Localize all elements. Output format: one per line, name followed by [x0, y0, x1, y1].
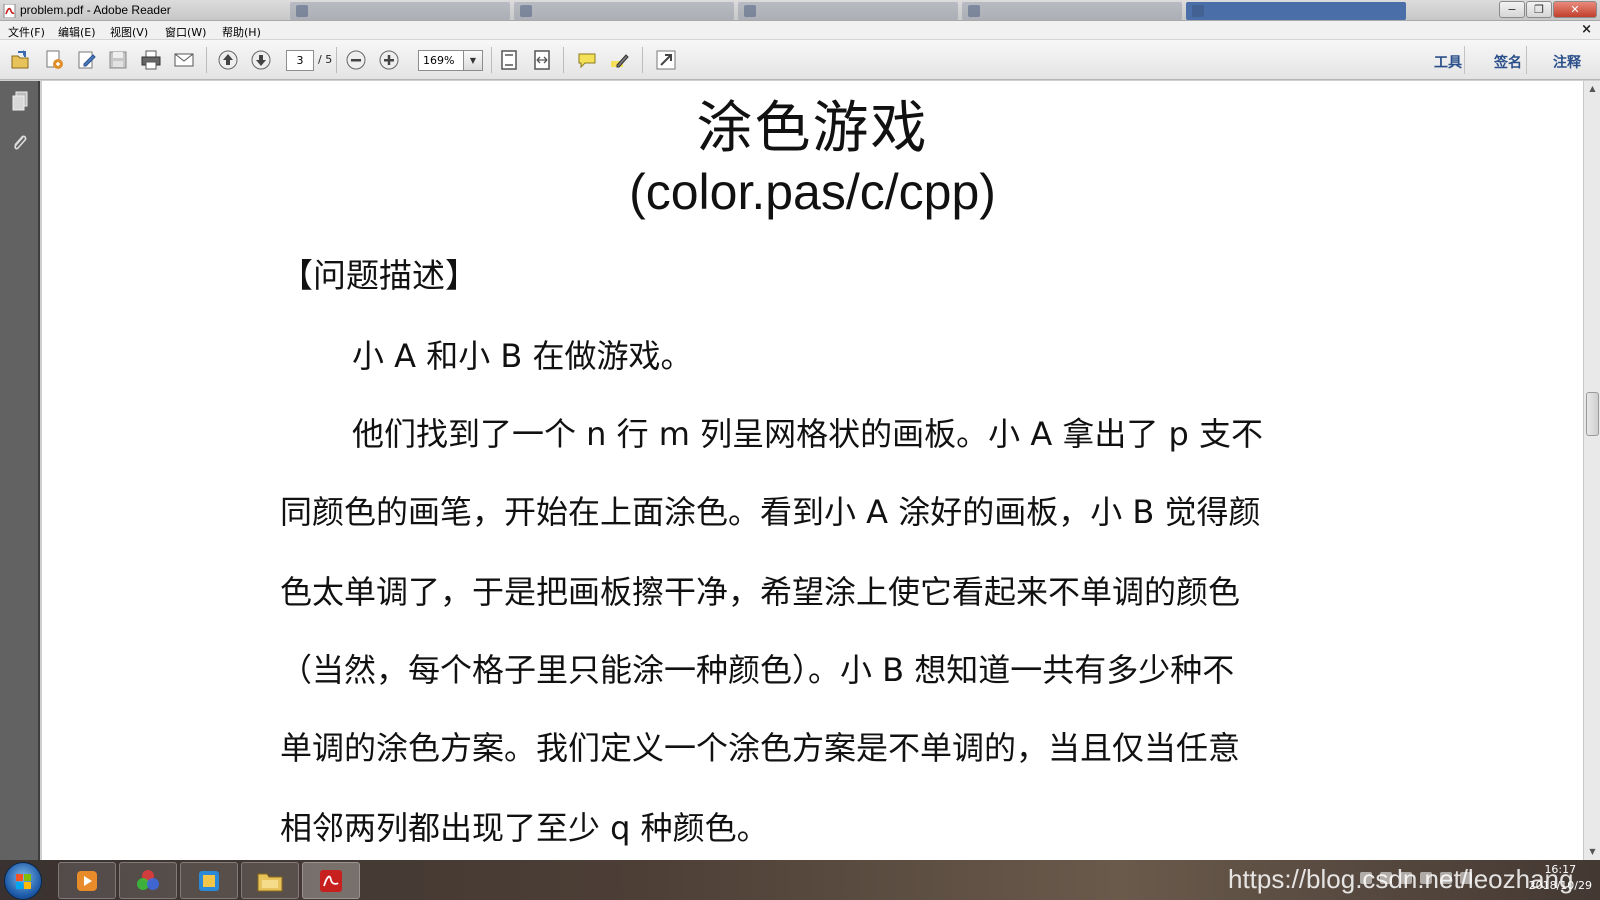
zoom-in-icon[interactable]	[377, 49, 401, 71]
full-screen-icon[interactable]	[654, 49, 678, 71]
zoom-dropdown-button[interactable]: ▼	[463, 50, 483, 71]
folder-icon	[257, 873, 283, 891]
adobe-reader-icon	[320, 869, 342, 892]
media-player-icon	[77, 870, 97, 891]
paragraph-line: 单调的涂色方案。我们定义一个涂色方案是不单调的，当且仅当任意	[280, 729, 1241, 767]
sign-pane-link[interactable]: 签名	[1494, 52, 1522, 72]
windows-logo-icon	[16, 874, 31, 889]
toolbar-separator	[642, 47, 643, 73]
comment-pane-link[interactable]: 注释	[1553, 52, 1581, 72]
system-clock[interactable]: 16:17 2018/10/29	[1529, 862, 1592, 894]
document-close-button[interactable]: ×	[1581, 22, 1592, 37]
menu-view[interactable]: 视图(V)	[110, 24, 148, 40]
background-window	[738, 2, 958, 20]
toolbar-separator	[1526, 46, 1527, 74]
taskbar-file-explorer[interactable]	[241, 862, 299, 899]
zoom-level-input[interactable]: 169%	[418, 50, 464, 71]
navigation-pane	[0, 81, 40, 860]
toolbar-separator	[491, 47, 492, 73]
highlight-text-icon[interactable]	[608, 49, 632, 71]
save-icon[interactable]	[106, 49, 130, 71]
background-window	[290, 2, 510, 20]
toolbar-separator	[206, 47, 207, 73]
toolbar: 3 / 5 169% ▼ 工具 签名 注释	[0, 40, 1600, 80]
taskbar-adobe-reader[interactable]	[302, 862, 360, 899]
restore-button[interactable]: ❐	[1526, 1, 1552, 18]
taskbar-color-app[interactable]	[119, 862, 177, 899]
paragraph-line: 他们找到了一个 n 行 m 列呈网格状的画板。小 A 拿出了 p 支不	[352, 415, 1264, 453]
attachments-icon[interactable]	[9, 131, 31, 155]
page-number-input[interactable]: 3	[286, 50, 314, 71]
blog-watermark: https://blog.csdn.net/leozhang	[1228, 864, 1574, 894]
browser-icon	[199, 870, 219, 891]
window-controls: − ❐ ✕	[1499, 1, 1597, 18]
print-icon[interactable]	[139, 49, 163, 71]
toolbar-separator	[336, 47, 337, 73]
background-windows	[290, 2, 1410, 20]
create-pdf-icon[interactable]	[42, 49, 66, 71]
fit-width-icon[interactable]	[530, 49, 554, 71]
menu-help[interactable]: 帮助(H)	[222, 24, 261, 40]
document-title: 涂色游戏	[696, 96, 929, 161]
clock-date: 2018/10/29	[1528, 879, 1592, 892]
close-button[interactable]: ✕	[1553, 1, 1597, 18]
paragraph-line: 小 A 和小 B 在做游戏。	[352, 337, 693, 375]
background-window	[1186, 2, 1406, 20]
menu-bar: 文件(F) 编辑(E) 视图(V) 窗口(W) 帮助(H) ×	[0, 21, 1600, 40]
fit-page-icon[interactable]	[497, 49, 521, 71]
section-heading: 【问题描述】	[280, 256, 478, 295]
edit-pdf-icon[interactable]	[75, 49, 99, 71]
scroll-up-button[interactable]: ▲	[1584, 81, 1600, 97]
clock-time: 16:17	[1544, 863, 1577, 876]
window-title: problem.pdf - Adobe Reader	[20, 3, 171, 17]
page-thumbnails-icon[interactable]	[9, 89, 31, 113]
open-file-icon[interactable]	[8, 49, 32, 71]
toolbar-separator	[563, 47, 564, 73]
paragraph-line: 同颜色的画笔，开始在上面涂色。看到小 A 涂好的画板，小 B 觉得颜	[280, 493, 1261, 531]
paragraph-line: 相邻两列都出现了至少 q 种颜色。	[280, 809, 769, 847]
paragraph-line: （当然，每个格子里只能涂一种颜色）。小 B 想知道一共有多少种不	[280, 651, 1235, 689]
next-page-icon[interactable]	[249, 49, 273, 71]
title-bar: problem.pdf - Adobe Reader − ❐ ✕	[0, 0, 1600, 21]
background-window	[514, 2, 734, 20]
start-button[interactable]	[4, 862, 42, 900]
scroll-down-button[interactable]: ▼	[1584, 844, 1600, 860]
vertical-scrollbar[interactable]: ▲ ▼	[1583, 81, 1600, 860]
document-subtitle: (color.pas/c/cpp)	[629, 164, 996, 220]
email-icon[interactable]	[172, 49, 196, 71]
menu-edit[interactable]: 编辑(E)	[58, 24, 96, 40]
sticky-note-icon[interactable]	[575, 49, 599, 71]
background-window	[962, 2, 1182, 20]
tools-pane-link[interactable]: 工具	[1434, 52, 1462, 72]
document-page[interactable]: 涂色游戏 (color.pas/c/cpp) 【问题描述】 小 A 和小 B 在…	[42, 81, 1583, 860]
taskbar-media-player[interactable]	[58, 862, 116, 899]
menu-file[interactable]: 文件(F)	[8, 24, 45, 40]
color-wheel-icon	[137, 869, 159, 890]
toolbar-separator	[1464, 46, 1465, 74]
minimize-button[interactable]: −	[1499, 1, 1525, 18]
paragraph-line: 色太单调了，于是把画板擦干净，希望涂上使它看起来不单调的颜色	[280, 573, 1241, 611]
adobe-reader-icon	[3, 3, 17, 19]
zoom-out-icon[interactable]	[344, 49, 368, 71]
scrollbar-thumb[interactable]	[1586, 392, 1599, 437]
previous-page-icon[interactable]	[216, 49, 240, 71]
page-total: / 5	[318, 53, 333, 66]
taskbar: https://blog.csdn.net/leozhang 16:17 201…	[0, 860, 1600, 900]
menu-window[interactable]: 窗口(W)	[165, 24, 206, 40]
taskbar-browser[interactable]	[180, 862, 238, 899]
